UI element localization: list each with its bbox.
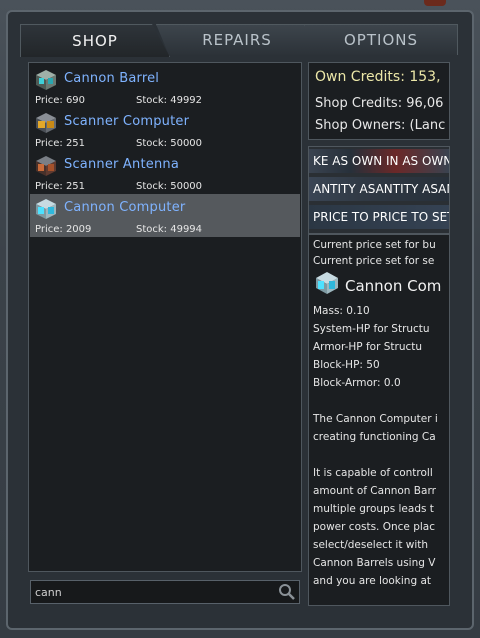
cannon-barrel-block-icon	[36, 70, 56, 90]
item-name: Cannon Barrel	[64, 71, 160, 86]
own-credits: Own Credits: 153,	[315, 69, 441, 85]
item-price: Price: 251	[35, 181, 86, 192]
shop-item-cannon-computer[interactable]: Cannon Computer Price: 2009 Stock: 49994	[30, 194, 300, 237]
description-text: power costs. Once plac	[313, 521, 436, 533]
mass-stat: Mass: 0.10	[313, 305, 370, 317]
price-to-set-button[interactable]: PRICE TO PRICE TO SET	[309, 205, 449, 229]
search-icon[interactable]	[278, 583, 296, 601]
shop-owners: Shop Owners: (Lanc	[315, 118, 446, 133]
cannon-computer-block-icon	[316, 272, 338, 294]
system-hp-stat: System-HP for Structu	[313, 323, 430, 335]
buy-price-line: Current price set for bu	[313, 239, 436, 251]
item-stock: Stock: 49992	[136, 95, 203, 106]
credits-panel: Own Credits: 153, Shop Credits: 96,06 Sh…	[308, 62, 450, 140]
scanner-computer-block-icon	[36, 113, 56, 133]
shop-credits: Shop Credits: 96,06	[315, 96, 444, 111]
item-name: Scanner Computer	[64, 114, 190, 129]
shop-item-list: Cannon Barrel Price: 690 Stock: 49992 Sc…	[28, 62, 302, 572]
description-text: The Cannon Computer i	[313, 413, 438, 425]
tab-repairs[interactable]: REPAIRS	[156, 24, 318, 55]
shop-item-scanner-antenna[interactable]: Scanner Antenna Price: 251 Stock: 50000	[30, 151, 300, 194]
item-name: Cannon Computer	[64, 200, 186, 215]
item-price: Price: 251	[35, 138, 86, 149]
description-text: and you are looking at	[313, 575, 432, 587]
search-field[interactable]	[30, 580, 300, 604]
description-text: It is capable of controll	[313, 467, 433, 479]
shop-item-scanner-computer[interactable]: Scanner Computer Price: 251 Stock: 50000	[30, 108, 300, 151]
item-name: Scanner Antenna	[64, 157, 179, 172]
window-frame: SHOP REPAIRS OPTIONS Cannon Barrel Price…	[0, 0, 480, 638]
frame-corner-decoration	[424, 0, 446, 6]
cannon-computer-block-icon	[36, 199, 56, 219]
shop-action-buttons: KE AS OWN IN AS OWN IN ANTITY ASANTITY A…	[308, 146, 450, 234]
block-hp-stat: Block-HP: 50	[313, 359, 380, 371]
tab-options[interactable]: OPTIONS	[304, 24, 458, 55]
quantity-button[interactable]: ANTITY ASANTITY ASANTITY	[309, 177, 449, 201]
description-text: creating functioning Ca	[313, 431, 436, 443]
item-details-column: Own Credits: 153, Shop Credits: 96,06 Sh…	[306, 62, 456, 608]
description-text: amount of Cannon Barr	[313, 485, 436, 497]
make-as-own-button[interactable]: KE AS OWN IN AS OWN IN	[309, 149, 449, 173]
scanner-antenna-block-icon	[36, 156, 56, 176]
sell-price-line: Current price set for se	[313, 255, 435, 267]
shop-item-cannon-barrel[interactable]: Cannon Barrel Price: 690 Stock: 49992	[30, 65, 300, 108]
item-price: Price: 690	[35, 95, 86, 106]
search-input[interactable]	[35, 584, 271, 600]
tab-shop[interactable]: SHOP	[20, 24, 170, 57]
description-text: Cannon Barrels using V	[313, 557, 436, 569]
item-description-panel: Current price set for bu Current price s…	[308, 234, 450, 606]
description-text: multiple groups leads t	[313, 503, 434, 515]
item-stock: Stock: 50000	[136, 181, 203, 192]
tab-bar: SHOP REPAIRS OPTIONS	[20, 24, 458, 57]
block-armor-stat: Block-Armor: 0.0	[313, 377, 401, 389]
item-stock: Stock: 50000	[136, 138, 203, 149]
item-title: Cannon Com	[345, 277, 442, 295]
item-stock: Stock: 49994	[136, 224, 203, 235]
item-price: Price: 2009	[35, 224, 92, 235]
description-text: select/deselect it with	[313, 539, 429, 551]
armor-hp-stat: Armor-HP for Structu	[313, 341, 423, 353]
